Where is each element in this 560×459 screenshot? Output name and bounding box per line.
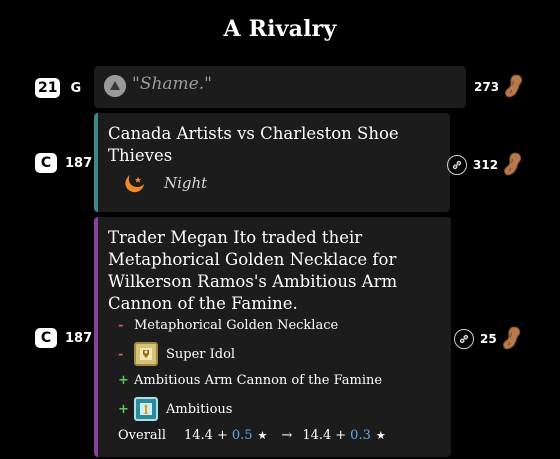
game-card[interactable]: Canada Artists vs Charleston Shoe Thieve… [94,113,450,212]
feed-row: 21 G "Shame." 273 [0,64,560,110]
after-base: 14.4 [302,428,332,443]
before-delta: 0.5 [231,428,253,443]
trade-card[interactable]: Trader Megan Ito traded their Metaphoric… [94,217,451,457]
plus-symbol: + [216,428,228,443]
category-badge: C [35,153,57,173]
super-idol-icon [134,342,158,366]
minus-sign: - [118,318,124,333]
season-label: G [70,80,82,96]
overall-label: Overall [118,428,166,443]
category-badge: C [35,328,57,348]
minus-sign: - [118,346,124,362]
change-item: - Metaphorical Golden Necklace [118,318,338,333]
ambitious-icon [134,397,158,421]
change-item: - Super Idol [118,342,235,366]
feed-row: C 187 Canada Artists vs Charleston Shoe … [0,113,560,213]
plus-sign: + [118,373,129,388]
speech-bubble-icon [104,75,126,97]
day-badge: 21 [35,78,61,98]
change-item: + Ambitious [118,397,232,421]
peanut-icon[interactable] [501,150,525,180]
change-label: Ambitious [166,401,233,417]
change-label: Super Idol [166,346,236,362]
peanut-count: 312 [473,158,499,172]
night-icon [125,175,144,193]
peanut-icon[interactable] [500,324,524,354]
plus-symbol: + [335,428,347,443]
link-icon[interactable] [454,329,474,349]
star-icon: ★ [257,429,268,442]
weather-label: Night [164,174,208,192]
before-base: 14.4 [183,428,213,443]
star-icon: ★ [375,429,386,442]
peanut-count: 273 [474,80,500,94]
game-title: Canada Artists vs Charleston Shoe Thieve… [108,124,399,165]
change-label: Ambitious Arm Cannon of the Famine [134,373,383,388]
page-title: A Rivalry [223,16,337,42]
day-label: 187 [65,155,93,171]
trade-description: Trader Megan Ito traded their Metaphoric… [108,228,398,313]
overall-rating: Overall 14.4 + 0.5 ★ → 14.4 + 0.3 ★ [118,428,386,443]
change-item: + Ambitious Arm Cannon of the Famine [118,373,382,388]
quote-text: "Shame." [132,74,212,94]
after-delta: 0.3 [350,428,371,443]
arrow-icon: → [281,428,293,443]
change-label: Metaphorical Golden Necklace [134,318,339,333]
plus-sign: + [118,401,129,417]
quote-card[interactable]: "Shame." [94,66,466,108]
feed-row: C 187 Trader Megan Ito traded their Meta… [0,217,560,459]
link-icon[interactable] [447,155,467,175]
peanut-icon[interactable] [502,72,526,102]
peanut-count: 25 [480,332,497,346]
day-label: 187 [65,330,93,346]
